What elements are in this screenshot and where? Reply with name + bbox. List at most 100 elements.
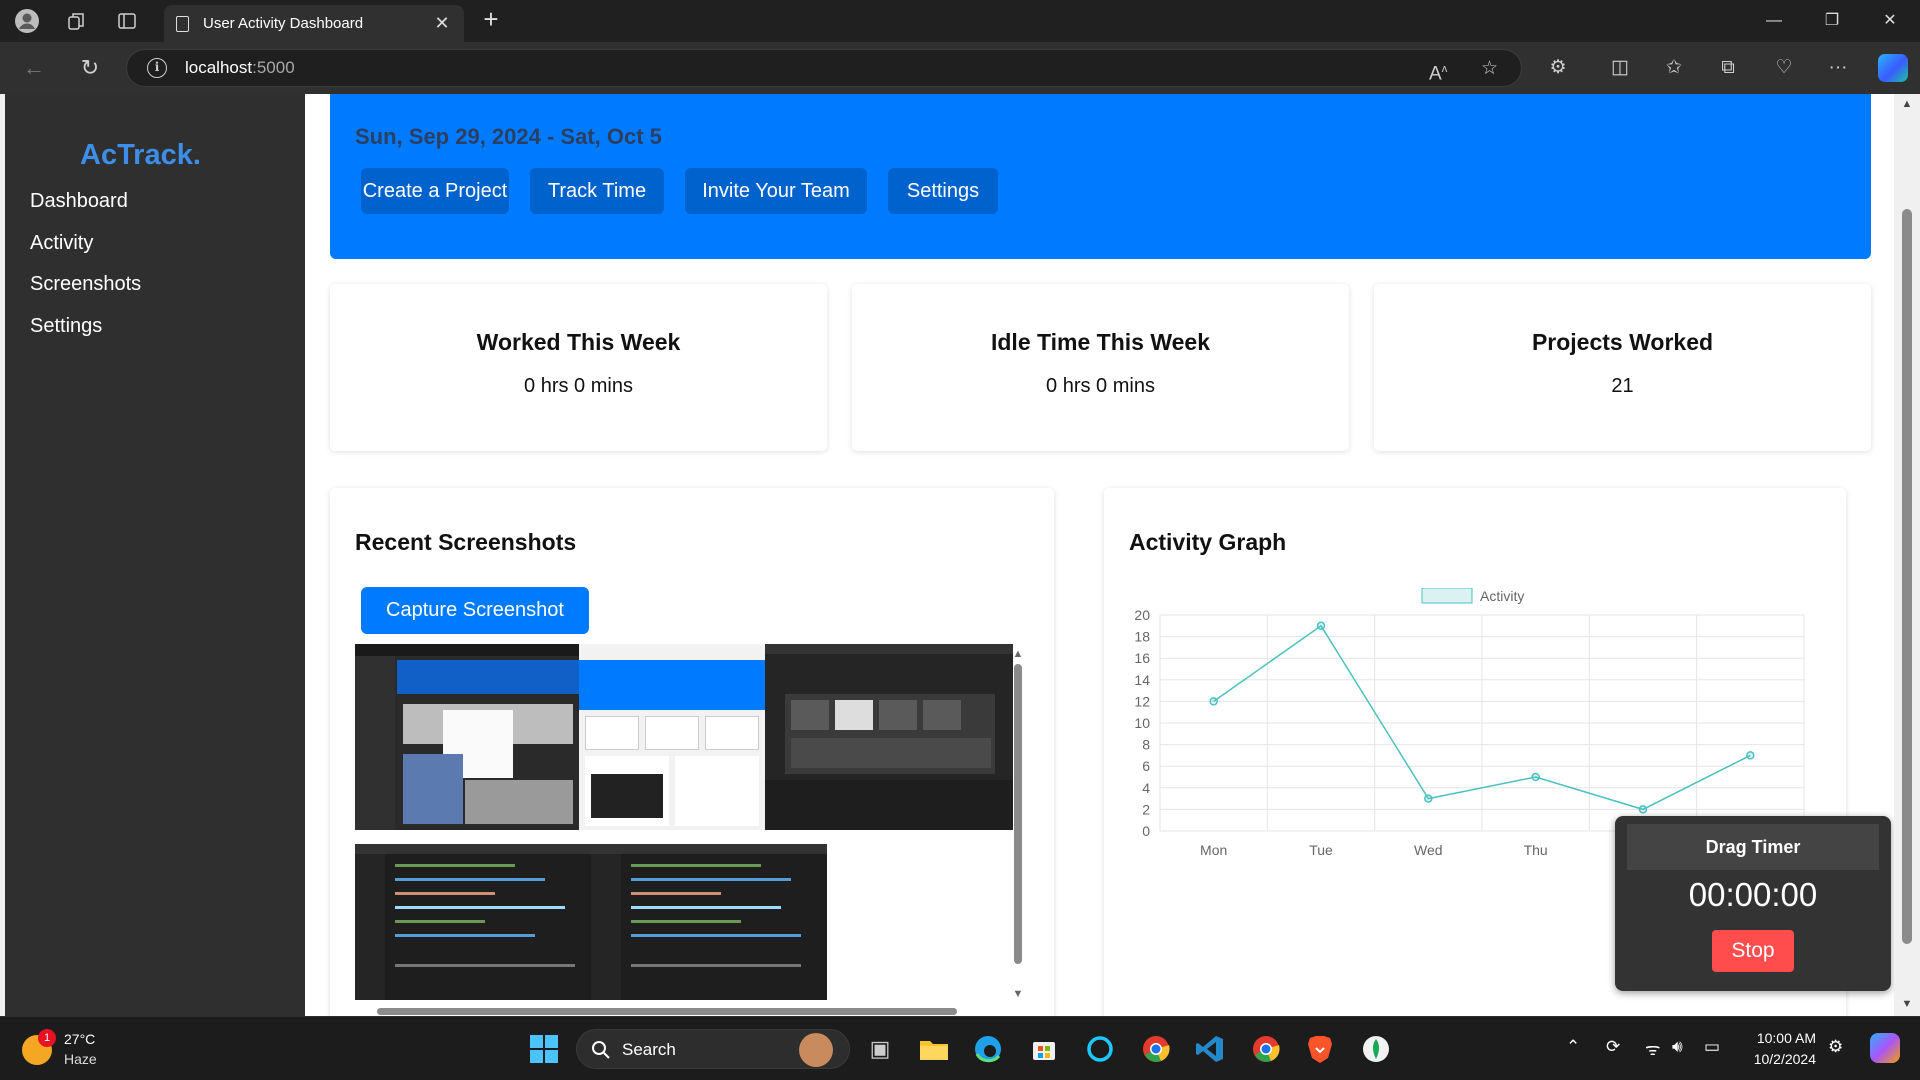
refresh-icon[interactable]: ↻ [74,52,106,84]
page-scrollbar[interactable]: ▲ ▼ [1894,94,1920,1016]
screenshot-thumbnail[interactable] [765,644,1013,830]
chrome-profile-icon[interactable] [1248,1031,1284,1067]
y-tick-label: 2 [1142,801,1150,817]
drag-timer-widget[interactable]: Drag Timer 00:00:00 Stop [1615,816,1891,991]
weather-description[interactable]: Haze [64,1051,97,1067]
scrollbar-thumb[interactable] [377,1008,957,1015]
x-tick-label: Mon [1200,842,1227,858]
store-icon[interactable] [1026,1031,1062,1067]
minimize-icon[interactable]: — [1754,6,1794,36]
taskbar-search[interactable]: Search [576,1029,850,1069]
scroll-down-icon[interactable]: ▼ [1012,988,1024,1000]
invite-team-button[interactable]: Invite Your Team [685,168,867,214]
favorite-star-icon[interactable]: ☆ [1481,50,1498,88]
browser-tab[interactable]: User Activity Dashboard ✕ [164,5,464,42]
y-tick-label: 10 [1134,715,1150,731]
sync-icon[interactable]: ⟳ [1606,1037,1620,1057]
sidebar-item-settings[interactable]: Settings [30,315,102,338]
gallery-horizontal-scrollbar[interactable] [365,1006,1005,1016]
sidebar-item-dashboard[interactable]: Dashboard [30,190,128,213]
vscode-icon[interactable] [1192,1031,1228,1067]
stat-value: 0 hrs 0 mins [524,375,633,397]
screenshot-thumbnail[interactable] [355,844,591,1000]
date-range: Sun, Sep 29, 2024 - Sat, Oct 5 [355,124,662,149]
brave-icon[interactable] [1302,1031,1338,1067]
y-tick-label: 6 [1142,758,1150,774]
split-screen-icon[interactable]: ◫ [1604,52,1636,84]
x-tick-label: Tue [1309,842,1333,858]
data-point [1316,621,1326,631]
file-explorer-icon[interactable] [916,1031,952,1067]
data-point [1531,772,1540,782]
browser-titlebar: User Activity Dashboard ✕ + — ❐ ✕ [0,0,1920,42]
collections-icon[interactable]: ⧉ [1712,52,1744,84]
y-tick-label: 4 [1142,780,1150,796]
cortana-icon[interactable] [1082,1031,1118,1067]
site-info-icon[interactable]: i [147,58,167,78]
wifi-icon[interactable]: ᯤ [1645,1037,1661,1060]
mongodb-compass-icon[interactable] [1358,1031,1394,1067]
stat-title: Projects Worked [1531,329,1714,355]
start-icon[interactable] [526,1031,562,1067]
x-tick-label: Wed [1414,842,1443,858]
scroll-up-icon[interactable]: ▲ [1012,648,1024,660]
stop-button[interactable]: Stop [1712,930,1794,972]
stat-title: Worked This Week [476,329,681,355]
weather-temperature[interactable]: 27°C [64,1031,95,1047]
more-menu-icon[interactable]: ··· [1822,52,1854,84]
close-tab-icon[interactable]: ✕ [432,13,452,34]
back-icon[interactable]: ← [18,52,50,84]
scrollbar-thumb[interactable] [1902,209,1912,944]
y-tick-label: 12 [1134,693,1150,709]
y-tick-label: 20 [1134,607,1150,623]
close-window-icon[interactable]: ✕ [1870,6,1910,36]
favorites-icon[interactable]: ✩ [1658,52,1690,84]
new-tab-icon[interactable]: + [478,6,504,34]
copilot-icon[interactable] [1878,54,1908,82]
stat-value: 21 [1611,375,1634,397]
copilot-taskbar-icon[interactable] [1870,1033,1900,1063]
screenshot-thumbnail[interactable] [591,844,827,1000]
screenshot-thumbnail[interactable] [355,644,579,830]
stat-title: Idle Time This Week [990,329,1210,355]
projects-worked-card: Projects Worked 21 [1374,284,1871,451]
stat-value: 0 hrs 0 mins [1046,375,1155,397]
workspaces-icon[interactable] [62,7,92,35]
settings-button[interactable]: Settings [888,168,998,214]
url-port: :5000 [252,58,295,77]
gallery-vertical-scrollbar[interactable]: ▲ ▼ [1012,644,1024,1006]
sidebar-item-screenshots[interactable]: Screenshots [30,273,141,296]
windows-taskbar: 1 27°C Haze Search ▣ ⌃ ⟳ ᯤ 🔊︎ ▭ 10:00 AM… [0,1016,1920,1080]
screenshot-thumbnail[interactable] [579,644,765,830]
panel-title: Recent Screenshots [355,529,577,555]
browser-essentials-icon[interactable]: ♡ [1768,52,1800,84]
clock-time[interactable]: 10:00 AM [1730,1030,1816,1046]
capture-screenshot-button[interactable]: Capture Screenshot [361,587,589,634]
volume-icon[interactable]: 🔊︎ [1672,1037,1683,1057]
scrollbar-thumb[interactable] [1014,664,1022,964]
battery-icon[interactable]: ▭ [1704,1037,1720,1057]
hero-banner: Sun, Sep 29, 2024 - Sat, Oct 5 Create a … [330,94,1871,259]
timer-title[interactable]: Drag Timer [1627,824,1879,870]
clock-date[interactable]: 10/2/2024 [1730,1051,1816,1067]
y-tick-label: 14 [1134,672,1150,688]
panel-title: Activity Graph [1129,529,1287,555]
sidebar-item-activity[interactable]: Activity [30,232,93,255]
tab-actions-icon[interactable] [112,7,142,35]
edge-browser-icon[interactable] [970,1031,1006,1067]
task-view-icon[interactable]: ▣ [862,1031,898,1067]
read-aloud-icon[interactable]: Aʌ [1429,50,1447,88]
extensions-icon[interactable]: ⚙ [1542,52,1574,84]
scroll-down-icon[interactable]: ▼ [1900,998,1914,1012]
restore-icon[interactable]: ❐ [1812,6,1852,36]
notifications-icon[interactable]: ⚙ [1828,1037,1843,1057]
scroll-up-icon[interactable]: ▲ [1900,98,1914,112]
brand-logo[interactable]: AcTrack. [80,139,201,172]
create-project-button[interactable]: Create a Project [361,168,509,214]
track-time-button[interactable]: Track Time [530,168,664,214]
chrome-icon[interactable] [1138,1031,1174,1067]
show-hidden-icons[interactable]: ⌃ [1566,1037,1580,1057]
url-field[interactable]: i localhost:5000 Aʌ ☆ [126,49,1522,87]
profile-icon[interactable] [12,7,42,35]
tab-title: User Activity Dashboard [203,15,364,32]
